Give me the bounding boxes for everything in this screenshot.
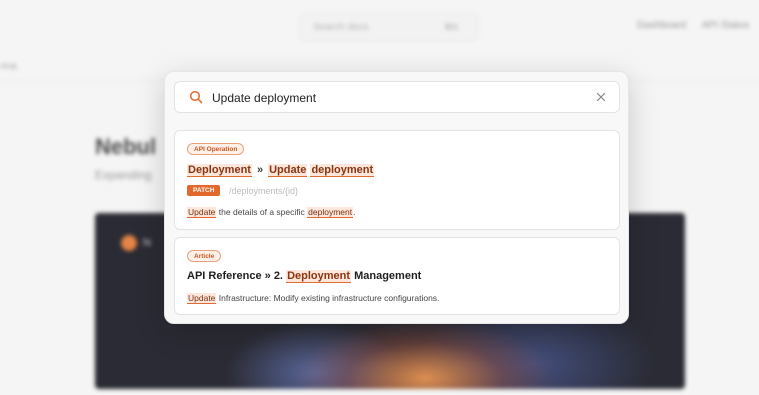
desc-highlight: Update	[187, 207, 217, 218]
result-title: Deployment » Update deployment	[187, 164, 375, 177]
result-title: API Reference » 2. Deployment Management	[187, 270, 422, 283]
result-type-badge: Article	[187, 250, 222, 262]
endpoint-path: /deployments/{id}	[229, 186, 299, 196]
search-modal: API Operation Deployment » Update deployme…	[164, 71, 629, 324]
search-result[interactable]: Article API Reference » 2. Deployment Ma…	[174, 237, 620, 315]
result-description: Update Infrastructure: Modify existing i…	[187, 293, 440, 304]
desc-highlight: deployment	[307, 207, 354, 218]
title-text: API Reference » 2.	[187, 270, 287, 282]
desc-text: the details of a specific	[216, 207, 308, 217]
title-highlight: deployment	[310, 164, 375, 177]
title-highlight: Update	[268, 164, 308, 177]
close-icon[interactable]	[595, 91, 607, 103]
search-icon	[189, 90, 203, 104]
title-highlight: Deployment	[286, 270, 352, 283]
desc-highlight: Update	[187, 293, 217, 304]
search-bar	[174, 81, 620, 113]
desc-text: Infrastructure: Modify existing infrastr…	[216, 293, 440, 303]
result-description: Update the details of a specific deploym…	[187, 207, 356, 218]
http-method-badge: PATCH	[187, 185, 221, 196]
search-result[interactable]: API Operation Deployment » Update deployme…	[174, 130, 620, 230]
result-type-badge: API Operation	[187, 143, 245, 155]
search-input[interactable]	[212, 89, 582, 107]
breadcrumb-separator: »	[256, 164, 264, 176]
title-highlight: Deployment	[187, 164, 252, 177]
title-text: Management	[351, 270, 422, 282]
desc-text: .	[353, 207, 356, 217]
